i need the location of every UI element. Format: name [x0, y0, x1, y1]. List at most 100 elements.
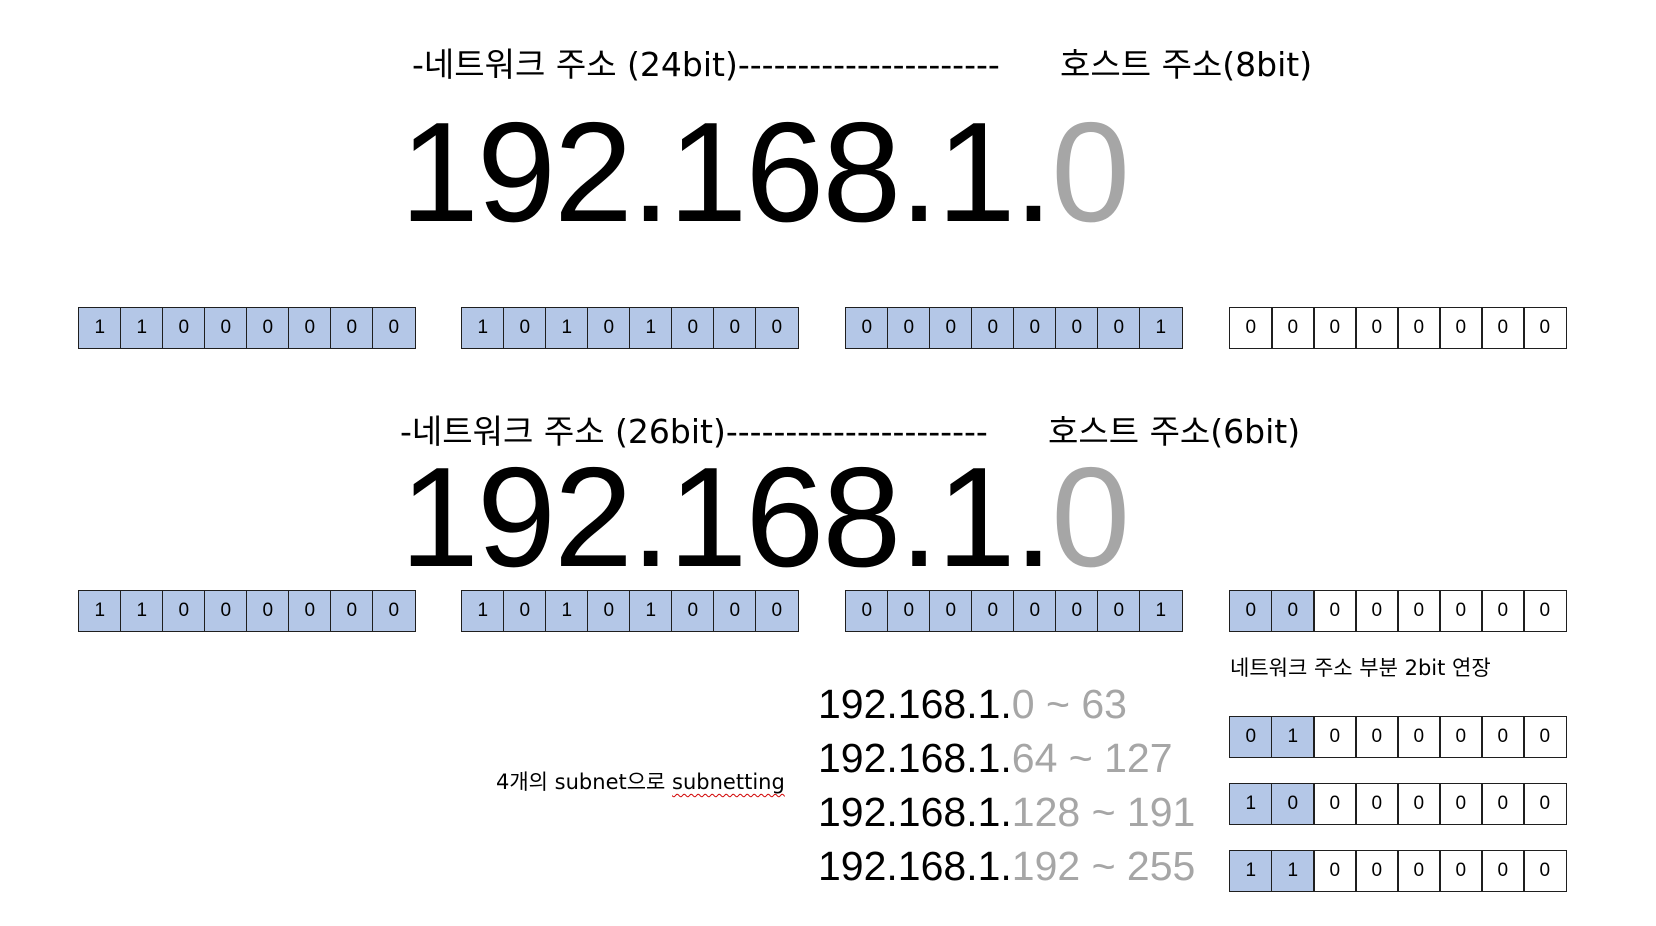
bit-cell: 0: [1523, 783, 1567, 825]
bit-cell: 1: [1139, 590, 1183, 632]
bit-cell: 0: [246, 590, 290, 632]
ip-host-part: 0: [1051, 438, 1130, 597]
subnet-network-part: 192.168.1.: [818, 681, 1012, 727]
bit-cell: 1: [629, 590, 673, 632]
bit-cell: 1: [1139, 307, 1183, 349]
bit-cell: 0: [755, 307, 799, 349]
bit-cell: 0: [1355, 850, 1399, 892]
subnet-network-part: 192.168.1.: [818, 789, 1012, 835]
bit-cell: 1: [120, 590, 164, 632]
subnetting-word: subnetting: [672, 770, 785, 794]
bit-cell: 0: [887, 307, 931, 349]
bit-cell: 0: [162, 307, 206, 349]
bit-cell: 0: [1481, 783, 1525, 825]
bit-cell: 0: [1013, 307, 1057, 349]
bit-cell: 0: [1271, 783, 1315, 825]
subnetting-note: 4개의 subnet으로 subnetting: [496, 766, 785, 796]
extension-note: 네트워크 주소 부분 2bit 연장: [1230, 656, 1491, 680]
bit-cell: 0: [755, 590, 799, 632]
bit-cell: 0: [1439, 307, 1483, 349]
subnet-host-range: 0 ~ 63: [1011, 681, 1127, 727]
octet-4-bits: 00000000: [1229, 307, 1567, 349]
subnet-range-1: 192.168.1.0 ~ 63: [818, 684, 1127, 725]
ip-address-display-2: 192.168.1.0: [400, 447, 1130, 589]
subnet-network-part: 192.168.1.: [818, 843, 1012, 889]
bit-cell: 0: [1439, 850, 1483, 892]
subnet-bits-2: 01000000: [1229, 716, 1567, 758]
bit-cell: 0: [713, 590, 757, 632]
subnet-bits-3: 10000000: [1229, 783, 1567, 825]
bit-cell: 0: [1397, 590, 1441, 632]
bit-cell: 0: [1271, 307, 1315, 349]
bit-cell: 1: [545, 590, 589, 632]
bit-cell: 0: [503, 590, 547, 632]
bit-cell: 0: [671, 590, 715, 632]
bit-cell: 0: [1013, 590, 1057, 632]
bit-cell: 0: [845, 307, 889, 349]
bit-cell: 0: [330, 307, 374, 349]
subnet-range-3: 192.168.1.128 ~ 191: [818, 792, 1195, 833]
bit-cell: 0: [971, 590, 1015, 632]
subnet-host-range: 64 ~ 127: [1011, 735, 1173, 781]
bit-cell: 1: [1229, 850, 1273, 892]
bit-cell: 0: [671, 307, 715, 349]
bit-cell: 1: [1229, 783, 1273, 825]
bit-cell: 0: [1397, 307, 1441, 349]
subnet-host-range: 192 ~ 255: [1011, 843, 1196, 889]
bit-cell: 1: [78, 590, 122, 632]
bit-cell: 0: [246, 307, 290, 349]
subnet-bits-4: 11000000: [1229, 850, 1567, 892]
bit-cell: 0: [1055, 590, 1099, 632]
bit-cell: 0: [1481, 307, 1525, 349]
bit-cell: 0: [1523, 850, 1567, 892]
octet-1-bits: 11000000: [78, 590, 416, 632]
bit-cell: 0: [1229, 307, 1273, 349]
host-address-label-8bit: 호스트 주소(8bit): [1060, 45, 1313, 84]
bit-cell: 0: [1523, 590, 1567, 632]
bit-cell: 0: [503, 307, 547, 349]
subnet-host-range: 128 ~ 191: [1011, 789, 1196, 835]
bit-cell: 0: [1481, 716, 1525, 758]
network-address-label-24bit: -네트워크 주소 (24bit)----------------------: [412, 45, 1000, 84]
bit-cell: 0: [330, 590, 374, 632]
bit-cell: 0: [1481, 850, 1525, 892]
octet-2-bits: 10101000: [461, 590, 799, 632]
bit-cell: 0: [887, 590, 931, 632]
bit-cell: 0: [162, 590, 206, 632]
bit-cell: 1: [1271, 716, 1315, 758]
ip-address-display-1: 192.168.1.0: [400, 102, 1130, 244]
bit-cell: 0: [929, 307, 973, 349]
bit-cell: 0: [845, 590, 889, 632]
bit-cell: 0: [372, 590, 416, 632]
bit-cell: 1: [461, 307, 505, 349]
bit-cell: 1: [120, 307, 164, 349]
bit-cell: 0: [1355, 783, 1399, 825]
octet-3-bits: 00000001: [845, 590, 1183, 632]
bit-cell: 0: [971, 307, 1015, 349]
bit-cell: 1: [629, 307, 673, 349]
bit-cell: 0: [587, 307, 631, 349]
bit-cell: 0: [587, 590, 631, 632]
bit-cell: 1: [1271, 850, 1315, 892]
bit-cell: 1: [545, 307, 589, 349]
bit-cell: 0: [1313, 590, 1357, 632]
octet-1-bits: 11000000: [78, 307, 416, 349]
bit-cell: 0: [288, 307, 332, 349]
ip-network-part: 192.168.1.: [400, 438, 1053, 597]
bit-cell: 0: [1355, 307, 1399, 349]
bit-cell: 0: [1229, 590, 1273, 632]
bit-cell: 0: [372, 307, 416, 349]
bit-cell: 0: [1439, 783, 1483, 825]
subnet-range-2: 192.168.1.64 ~ 127: [818, 738, 1173, 779]
octet-2-bits: 10101000: [461, 307, 799, 349]
bit-cell: 0: [1313, 850, 1357, 892]
octet-3-bits: 00000001: [845, 307, 1183, 349]
bit-cell: 0: [1097, 590, 1141, 632]
subnetting-note-prefix: 4개의 subnet으로: [496, 770, 673, 794]
bit-cell: 0: [1313, 307, 1357, 349]
bit-cell: 0: [1055, 307, 1099, 349]
bit-cell: 0: [713, 307, 757, 349]
ip-host-part: 0: [1051, 93, 1130, 252]
bit-cell: 0: [1271, 590, 1315, 632]
bit-cell: 0: [1439, 716, 1483, 758]
